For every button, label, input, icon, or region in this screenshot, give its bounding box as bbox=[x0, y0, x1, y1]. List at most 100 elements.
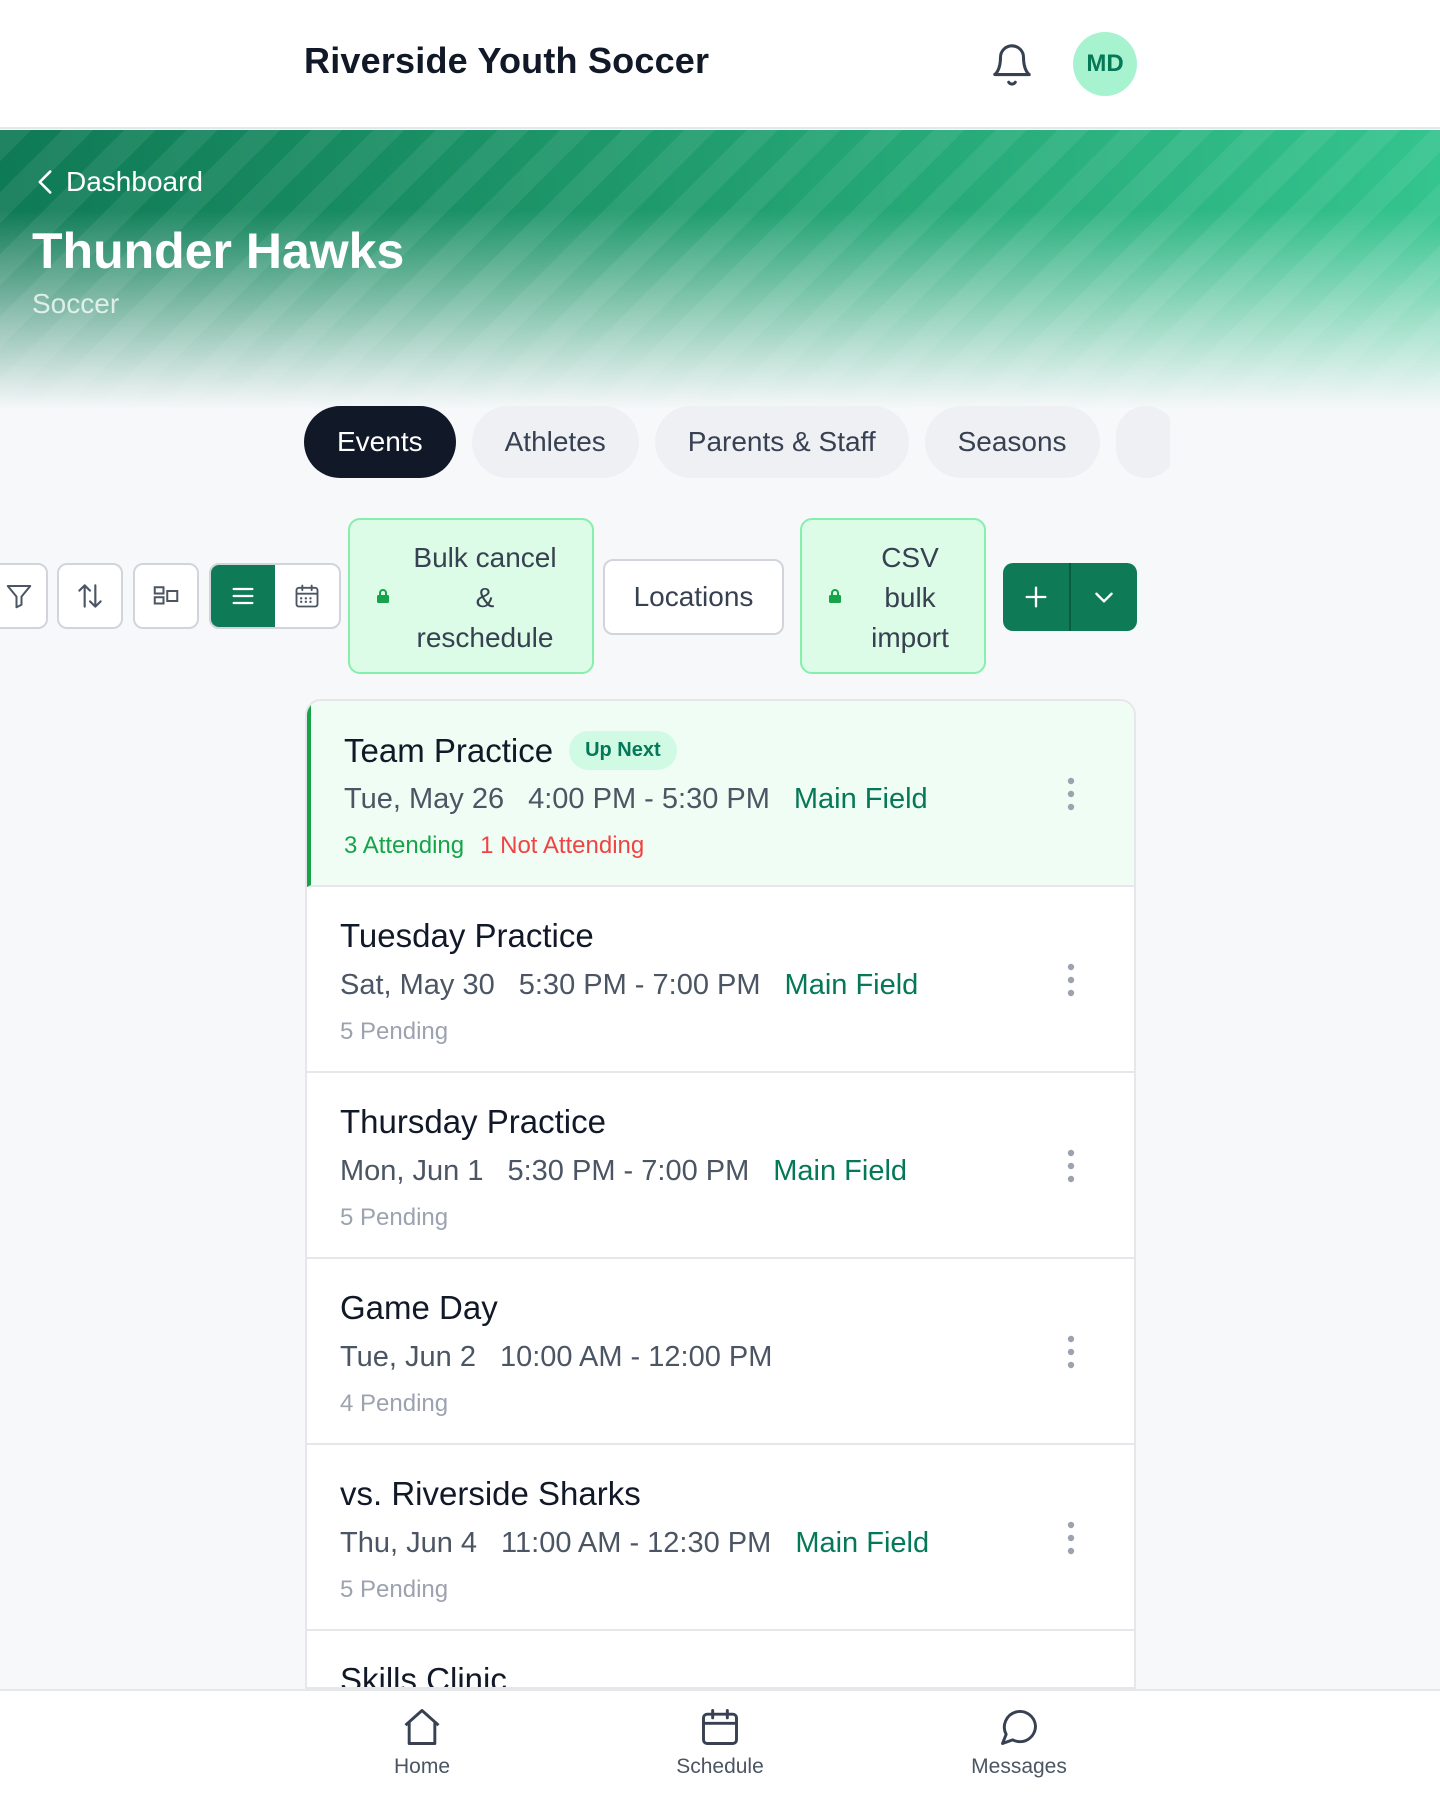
event-meta: Sat, May 30 5:30 PM - 7:00 PM Main Field bbox=[340, 969, 918, 1002]
list-icon bbox=[232, 587, 254, 605]
calendar-grid-icon bbox=[295, 584, 319, 608]
event-location: Main Field bbox=[795, 1527, 930, 1559]
event-rsvp-status: 4 Pending bbox=[340, 1390, 448, 1418]
event-title-row: Tuesday Practice bbox=[340, 917, 594, 955]
event-rsvp-status: 3 Attending 1 Not Attending bbox=[344, 832, 644, 860]
grid-icon bbox=[153, 586, 179, 605]
event-more-options-button[interactable] bbox=[1056, 1331, 1086, 1373]
pending-count: 4 Pending bbox=[340, 1390, 449, 1417]
event-meta: Tue, May 26 4:00 PM - 5:30 PM Main Field bbox=[344, 783, 928, 816]
nav-messages[interactable]: Messages bbox=[929, 1705, 1109, 1795]
event-card[interactable]: Thursday Practice Mon, Jun 1 5:30 PM - 7… bbox=[307, 1073, 1134, 1259]
event-more-options-button[interactable] bbox=[1056, 773, 1086, 815]
chevron-down-icon bbox=[1095, 592, 1113, 603]
user-avatar[interactable]: MD bbox=[1073, 32, 1137, 96]
event-list: Team Practice Up Next Tue, May 26 4:00 P… bbox=[305, 699, 1136, 1689]
event-meta: Thu, Jun 4 11:00 AM - 12:30 PM Main Fiel… bbox=[340, 1527, 929, 1560]
team-tabs: Events Athletes Parents & Staff Seasons bbox=[304, 406, 1170, 480]
tab-overflow[interactable] bbox=[1115, 406, 1170, 478]
more-vertical-icon bbox=[1067, 1521, 1075, 1555]
not-attending-count: 1 Not Attending bbox=[480, 832, 645, 859]
team-name: Thunder Hawks bbox=[32, 223, 405, 279]
plus-icon bbox=[1025, 586, 1047, 608]
event-time: 4:00 PM - 5:30 PM bbox=[528, 783, 770, 815]
list-view-toggle[interactable] bbox=[211, 565, 275, 627]
tab-seasons[interactable]: Seasons bbox=[924, 406, 1100, 478]
team-sport: Soccer bbox=[32, 288, 120, 319]
tab-events[interactable]: Events bbox=[304, 406, 456, 478]
org-title: Riverside Youth Soccer bbox=[304, 40, 710, 81]
chevron-left-icon bbox=[38, 170, 52, 194]
event-title: Skills Clinic bbox=[340, 1661, 507, 1689]
event-more-options-button[interactable] bbox=[1056, 1145, 1086, 1187]
more-vertical-icon bbox=[1067, 1335, 1075, 1369]
event-date: Mon, Jun 1 bbox=[340, 1155, 484, 1187]
event-rsvp-status: 5 Pending bbox=[340, 1204, 448, 1232]
filter-icon bbox=[6, 585, 32, 609]
csv-bulk-import-button[interactable]: CSV bulk import bbox=[800, 518, 986, 674]
sort-arrows-icon bbox=[78, 584, 102, 608]
event-more-options-button[interactable] bbox=[1056, 1517, 1086, 1559]
calendar-view-toggle[interactable] bbox=[275, 565, 339, 627]
locations-button[interactable]: Locations bbox=[603, 559, 784, 635]
event-card[interactable]: Skills Clinic bbox=[307, 1631, 1134, 1689]
bell-icon bbox=[993, 44, 1031, 86]
nav-home-label: Home bbox=[393, 1755, 451, 1778]
nav-messages-label: Messages bbox=[971, 1755, 1067, 1778]
event-date: Tue, May 26 bbox=[344, 783, 505, 815]
add-event-button[interactable] bbox=[1003, 563, 1069, 631]
event-date: Sat, May 30 bbox=[340, 969, 495, 1001]
attending-count: 3 Attending bbox=[344, 832, 465, 859]
nav-schedule[interactable]: Schedule bbox=[630, 1705, 810, 1795]
home-icon bbox=[404, 1709, 440, 1745]
tab-athletes[interactable]: Athletes bbox=[471, 406, 639, 478]
pending-count: 5 Pending bbox=[340, 1204, 449, 1231]
event-title: Team Practice bbox=[344, 731, 554, 769]
view-mode-toggle bbox=[209, 563, 341, 629]
event-meta: Tue, Jun 2 10:00 AM - 12:00 PM bbox=[340, 1341, 772, 1374]
nav-home[interactable]: Home bbox=[332, 1705, 512, 1795]
event-title-row: Thursday Practice bbox=[340, 1103, 606, 1141]
sort-button[interactable] bbox=[57, 563, 123, 629]
event-more-options-button[interactable] bbox=[1056, 959, 1086, 1001]
event-card[interactable]: Game Day Tue, Jun 2 10:00 AM - 12:00 PM … bbox=[307, 1259, 1134, 1445]
nav-schedule-label: Schedule bbox=[676, 1755, 764, 1778]
event-location: Main Field bbox=[784, 969, 919, 1001]
calendar-icon bbox=[702, 1709, 738, 1745]
event-card[interactable]: vs. Riverside Sharks Thu, Jun 4 11:00 AM… bbox=[307, 1445, 1134, 1631]
event-card[interactable]: Team Practice Up Next Tue, May 26 4:00 P… bbox=[307, 701, 1134, 887]
add-options-dropdown-button[interactable] bbox=[1071, 563, 1137, 631]
lock-icon bbox=[377, 589, 389, 603]
event-meta: Mon, Jun 1 5:30 PM - 7:00 PM Main Field bbox=[340, 1155, 907, 1188]
more-vertical-icon bbox=[1067, 963, 1075, 997]
notifications-button[interactable] bbox=[985, 38, 1039, 92]
event-time: 5:30 PM - 7:00 PM bbox=[518, 969, 761, 1001]
up-next-badge: Up Next bbox=[569, 731, 677, 770]
back-link-label: Dashboard bbox=[66, 166, 203, 197]
event-time: 5:30 PM - 7:00 PM bbox=[507, 1155, 750, 1187]
event-title: Game Day bbox=[340, 1289, 498, 1326]
filter-button[interactable] bbox=[0, 563, 48, 629]
top-app-bar: Riverside Youth Soccer MD bbox=[0, 0, 1440, 129]
tab-parents-staff[interactable]: Parents & Staff bbox=[654, 406, 909, 478]
event-title-row: Team Practice Up Next bbox=[344, 731, 677, 770]
group-button[interactable] bbox=[133, 563, 199, 629]
event-title-row: vs. Riverside Sharks bbox=[340, 1475, 641, 1513]
pending-count: 5 Pending bbox=[340, 1018, 449, 1045]
pending-count: 5 Pending bbox=[340, 1576, 449, 1603]
csv-import-label: CSV bulk import bbox=[871, 542, 949, 653]
event-date: Thu, Jun 4 bbox=[340, 1527, 478, 1559]
event-card[interactable]: Tuesday Practice Sat, May 30 5:30 PM - 7… bbox=[307, 887, 1134, 1073]
event-time: 10:00 AM - 12:00 PM bbox=[499, 1341, 773, 1373]
lock-icon bbox=[829, 589, 841, 603]
more-vertical-icon bbox=[1067, 777, 1075, 811]
add-event-split-button bbox=[1003, 563, 1137, 631]
event-time: 11:00 AM - 12:30 PM bbox=[501, 1527, 772, 1559]
bulk-cancel-label: Bulk cancel & reschedule bbox=[413, 542, 557, 653]
bulk-cancel-reschedule-button[interactable]: Bulk cancel & reschedule bbox=[348, 518, 594, 674]
event-rsvp-status: 5 Pending bbox=[340, 1018, 448, 1046]
event-location: Main Field bbox=[793, 783, 928, 815]
bottom-navigation: Home Schedule Messages bbox=[0, 1689, 1440, 1800]
event-rsvp-status: 5 Pending bbox=[340, 1576, 448, 1604]
back-to-dashboard-link[interactable]: Dashboard bbox=[36, 166, 203, 198]
